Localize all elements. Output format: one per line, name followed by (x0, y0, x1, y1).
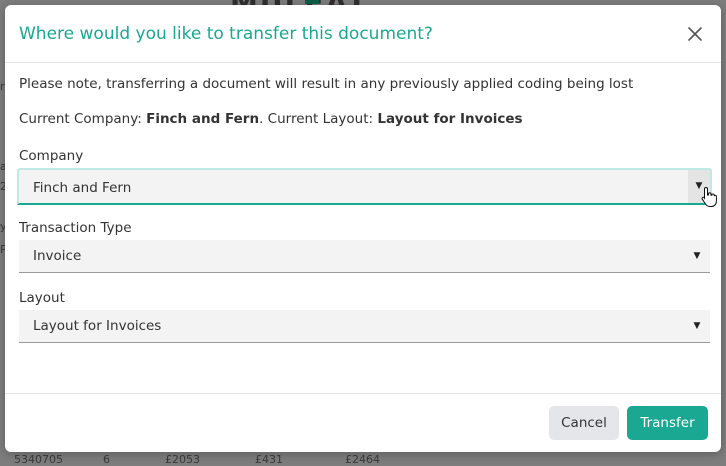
transfer-button[interactable]: Transfer (627, 406, 708, 440)
company-label: Company (19, 148, 84, 164)
company-select-value: Finch and Fern (33, 180, 132, 196)
transaction-type-label: Transaction Type (19, 220, 132, 236)
company-select[interactable]: Finch and Fern ▼ (17, 168, 717, 207)
layout-select-value: Layout for Invoices (33, 318, 162, 334)
current-info: Current Company: Finch and Fern. Current… (19, 110, 707, 128)
cancel-button[interactable]: Cancel (549, 406, 619, 440)
dialog-body: Please note, transferring a document wil… (5, 63, 721, 343)
current-company-label: Current Company: (19, 111, 142, 127)
transfer-dialog: Where would you like to transfer this do… (5, 5, 721, 452)
warning-note: Please note, transferring a document wil… (19, 76, 634, 92)
current-layout-label: . Current Layout: (259, 111, 374, 127)
layout-label: Layout (19, 290, 65, 306)
transaction-type-select[interactable]: Invoice ▼ (19, 240, 710, 273)
dialog-footer: Cancel Transfer (5, 393, 721, 452)
transaction-type-select-value: Invoice (33, 248, 82, 264)
close-button[interactable] (683, 22, 707, 46)
dialog-header: Where would you like to transfer this do… (5, 5, 721, 63)
dialog-title: Where would you like to transfer this do… (19, 23, 433, 44)
caret-down-icon[interactable]: ▼ (690, 240, 704, 272)
caret-down-icon[interactable]: ▼ (690, 310, 704, 342)
background-edge-label: r (0, 80, 5, 93)
layout-select[interactable]: Layout for Invoices ▼ (19, 310, 710, 343)
background-logo (305, 0, 319, 4)
current-company-value: Finch and Fern (146, 111, 260, 127)
close-icon (688, 26, 702, 41)
current-layout-value: Layout for Invoices (377, 111, 523, 127)
hand-pointer-icon (701, 186, 717, 207)
